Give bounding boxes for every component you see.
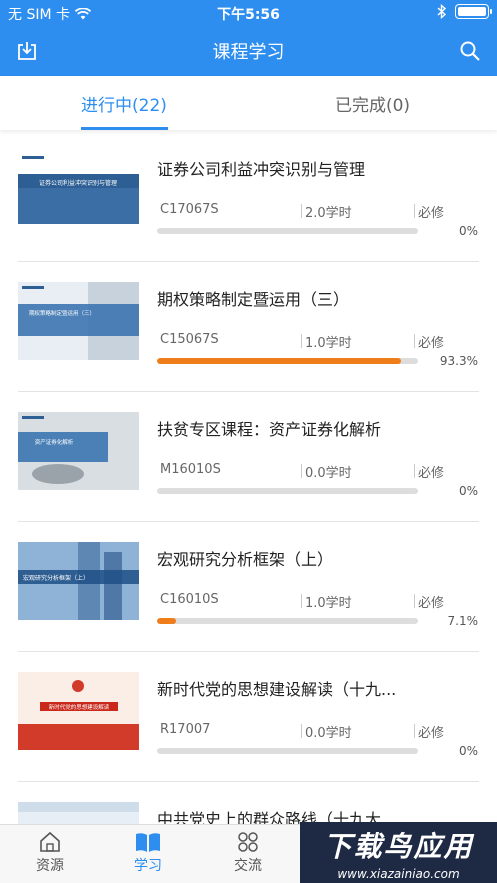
svg-text:证券公司利益冲突识别与管理: 证券公司利益冲突识别与管理 [39, 179, 117, 187]
progress-bar [157, 358, 418, 364]
course-meta: C15067S 1.0学时 必修 [157, 332, 477, 351]
course-title: 证券公司利益冲突识别与管理 [157, 160, 366, 179]
course-item[interactable]: 证券公司利益冲突识别与管理 证券公司利益冲突识别与管理 C17067S 2.0学… [0, 132, 497, 262]
progress-bar [157, 488, 418, 494]
course-hours: 0.0学时 [305, 466, 352, 481]
progress-percent: 0% [458, 744, 478, 758]
tab-study[interactable]: 学习 [98, 831, 198, 881]
course-type: 必修 [418, 336, 445, 351]
tab-study-label: 学习 [134, 858, 162, 874]
nav-bar: 课程学习 [0, 26, 497, 76]
course-thumbnail: 资产证券化解析 [18, 412, 139, 490]
course-title: 宏观研究分析框架（上） [157, 550, 334, 569]
watermark-title: 下载鸟应用 [323, 829, 474, 863]
search-button[interactable] [457, 38, 483, 64]
svg-text:宏观研究分析框架（上）: 宏观研究分析框架（上） [23, 574, 89, 582]
progress-fill [157, 358, 401, 364]
watermark-logo: 下载鸟应用 www.xiazainiao.com [300, 822, 497, 883]
course-hours: 1.0学时 [305, 336, 352, 351]
course-code: M16010S [160, 462, 221, 477]
course-list: 证券公司利益冲突识别与管理 证券公司利益冲突识别与管理 C17067S 2.0学… [0, 132, 497, 824]
status-bar: 无 SIM 卡 下午5:56 [0, 0, 497, 26]
progress-percent: 0% [458, 224, 478, 238]
bluetooth-icon [437, 4, 447, 19]
course-code: C16010S [160, 592, 219, 607]
svg-text:期权策略制定暨运用（三）: 期权策略制定暨运用（三） [29, 309, 95, 317]
course-thumbnail: 证券公司利益冲突识别与管理 [18, 152, 139, 230]
progress-fill [157, 618, 176, 624]
page-title: 课程学习 [212, 42, 285, 63]
grid-icon [238, 832, 258, 852]
course-hours: 2.0学时 [305, 206, 352, 221]
course-title: 期权策略制定暨运用（三） [157, 290, 350, 309]
book-icon [136, 833, 160, 852]
course-meta: C17067S 2.0学时 必修 [157, 202, 477, 221]
course-hours: 0.0学时 [305, 726, 352, 741]
progress-bar [157, 618, 418, 624]
status-time: 下午5:56 [217, 7, 280, 23]
course-item[interactable]: 新时代党的思想建设解读 新时代党的思想建设解读（十九... R17007 0.0… [0, 652, 497, 782]
home-icon [40, 831, 60, 852]
tab-resources-label: 资源 [36, 858, 64, 874]
course-thumbnail: 新时代党的思想建设解读 [18, 672, 139, 750]
svg-text:资产证券化解析: 资产证券化解析 [35, 438, 74, 446]
course-code: C15067S [160, 332, 219, 347]
course-item[interactable]: 宏观研究分析框架（上） 宏观研究分析框架（上） C16010S 1.0学时 必修… [0, 522, 497, 652]
course-meta: C16010S 1.0学时 必修 [157, 592, 477, 611]
tab-resources[interactable]: 资源 [0, 831, 100, 881]
course-meta: M16010S 0.0学时 必修 [157, 462, 477, 481]
progress-bar [157, 748, 418, 754]
course-type: 必修 [418, 206, 445, 221]
course-thumbnail: 期权策略制定暨运用（三） [18, 282, 139, 360]
progress-bar [157, 228, 418, 234]
course-type: 必修 [418, 466, 445, 481]
watermark-url: www.xiazainiao.com [337, 866, 460, 881]
tab-indicator [81, 127, 168, 130]
course-item[interactable]: 期权策略制定暨运用（三） 期权策略制定暨运用（三） C15067S 1.0学时 … [0, 262, 497, 392]
progress-percent: 0% [458, 484, 478, 498]
course-item[interactable]: 资产证券化解析 扶贫专区课程：资产证券化解析 M16010S 0.0学时 必修 … [0, 392, 497, 522]
course-thumbnail [18, 802, 139, 824]
course-title: 扶贫专区课程：资产证券化解析 [157, 420, 382, 439]
tab-exchange[interactable]: 交流 [198, 831, 298, 881]
course-item[interactable]: 中共党史上的群众路线（十九大... [0, 782, 497, 824]
course-meta: R17007 0.0学时 必修 [157, 722, 477, 741]
course-code: R17007 [160, 722, 211, 737]
course-hours: 1.0学时 [305, 596, 352, 611]
progress-percent: 7.1% [447, 614, 479, 628]
tab-in-progress[interactable]: 进行中(22) [0, 76, 248, 130]
tab-exchange-label: 交流 [234, 858, 262, 874]
course-type: 必修 [418, 726, 445, 741]
battery-icon [455, 4, 492, 19]
course-title: 新时代党的思想建设解读（十九... [157, 680, 397, 699]
course-thumbnail: 宏观研究分析框架（上） [18, 542, 139, 620]
search-icon [460, 41, 480, 61]
course-code: C17067S [160, 202, 219, 217]
svg-text:新时代党的思想建设解读: 新时代党的思想建设解读 [49, 703, 110, 711]
progress-percent: 93.3% [439, 354, 478, 368]
status-tabs: 进行中(22) 已完成(0) [0, 76, 497, 130]
tab-completed[interactable]: 已完成(0) [248, 76, 497, 130]
course-type: 必修 [418, 596, 445, 611]
